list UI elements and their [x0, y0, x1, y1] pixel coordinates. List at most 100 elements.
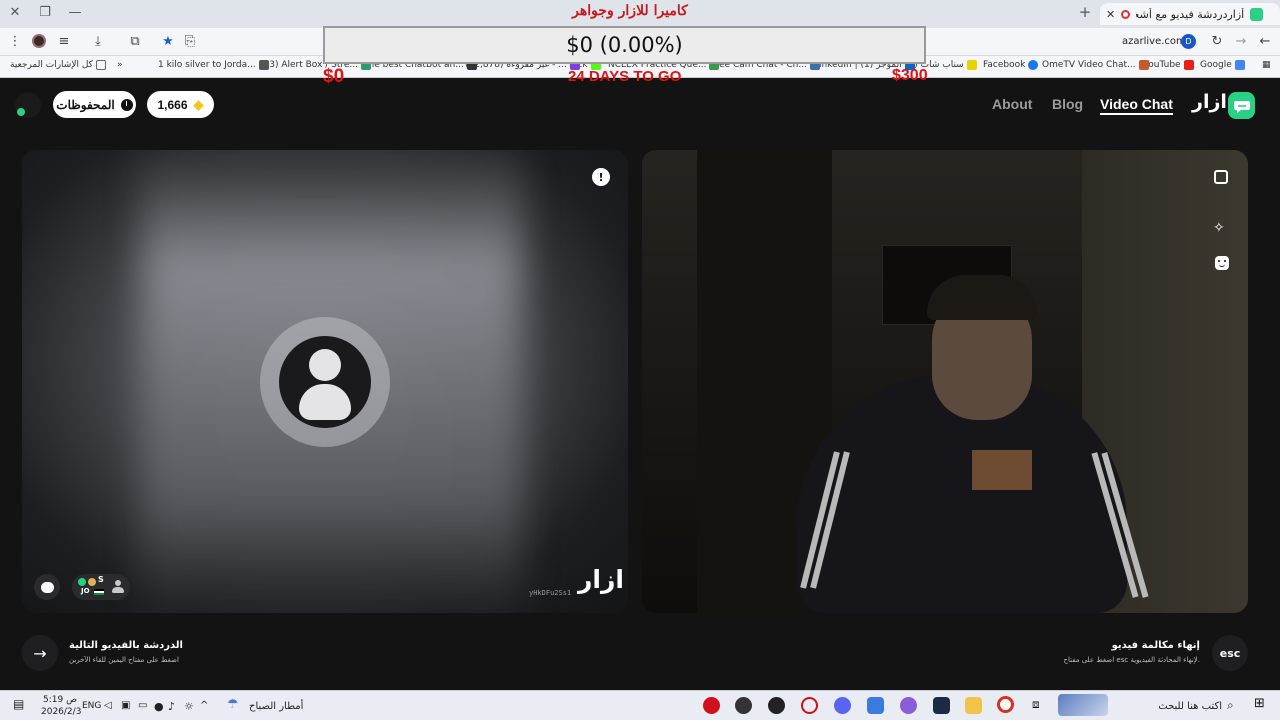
taskbar-search-icon[interactable]: ⌕: [1227, 698, 1234, 713]
restore-window-icon[interactable]: ❐: [36, 5, 54, 20]
steam-icon[interactable]: [933, 697, 950, 714]
user-avatar[interactable]: [15, 92, 41, 118]
youtube-icon: [1183, 60, 1194, 70]
overlay-right-amount: $300: [892, 67, 928, 84]
file-explorer-icon[interactable]: [965, 697, 982, 714]
menu-dots-icon[interactable]: ⋮: [6, 34, 24, 50]
clock-time[interactable]: 5:19 ص: [43, 695, 77, 705]
face-filter-icon[interactable]: [1215, 256, 1229, 270]
donation-progress-box: $0 (0.00%): [323, 26, 926, 64]
close-window-icon[interactable]: ✕: [6, 5, 24, 20]
clock-date[interactable]: 2026/2/3: [41, 707, 81, 717]
back-icon[interactable]: ←: [1256, 34, 1274, 50]
donation-amount: $0 (0.00%): [566, 33, 683, 57]
online-badge-icon: [17, 108, 25, 116]
magic-wand-icon[interactable]: ✧: [1213, 220, 1225, 236]
next-chat-title: الدردشة بالفيديو التالية: [69, 640, 183, 651]
network-icon[interactable]: ▣: [121, 700, 130, 711]
nav-video-chat[interactable]: Video Chat: [1100, 96, 1173, 115]
verified-badge-icon: [78, 578, 86, 586]
gems-count: 1,666: [157, 97, 188, 112]
address-bar-url[interactable]: azarlive.com: [1122, 36, 1186, 47]
clock-icon: [120, 98, 133, 111]
end-call-button[interactable]: esc: [1212, 635, 1248, 671]
site-settings-icon[interactable]: D: [1181, 34, 1196, 49]
person-icon: [112, 580, 124, 594]
collapse-icon[interactable]: [1214, 170, 1228, 184]
gems-button[interactable]: 1,666 ◆: [147, 91, 214, 118]
facebook-icon: [1028, 60, 1039, 70]
discord-icon[interactable]: [834, 697, 851, 714]
partner-avatar-ring: [260, 317, 390, 447]
webcam-app-icon[interactable]: [735, 697, 752, 714]
bookmarks-overflow-icon[interactable]: »: [117, 60, 123, 70]
partner-initial: S: [98, 575, 104, 584]
folder-icon: [95, 60, 106, 70]
nav-about[interactable]: About: [992, 96, 1032, 112]
recording-icon: [1121, 9, 1131, 19]
microphone-icon[interactable]: ●: [154, 700, 164, 713]
cast-icon[interactable]: ⎘: [181, 34, 199, 50]
forward-icon[interactable]: →: [1232, 34, 1250, 50]
opera-icon[interactable]: [801, 697, 818, 714]
brightness-icon[interactable]: ☼: [184, 700, 194, 713]
apps-grid-icon[interactable]: ▦: [1262, 60, 1271, 70]
profile-avatar-icon[interactable]: [30, 34, 48, 50]
report-shield-icon[interactable]: !: [592, 168, 610, 186]
bookmark-star-icon[interactable]: ★: [159, 34, 177, 50]
obs-icon[interactable]: [768, 697, 785, 714]
brand-name[interactable]: ازار: [1192, 91, 1227, 113]
tray-overflow-icon[interactable]: ^: [200, 700, 208, 711]
download-icon[interactable]: ⤓: [89, 34, 107, 50]
partner-info-chip[interactable]: S JO: [72, 574, 130, 600]
bookmark-silver[interactable]: 1 kilo silver to Jorda...: [158, 60, 269, 70]
next-chat-button[interactable]: →: [22, 635, 58, 671]
tab-close-icon[interactable]: ✕: [1106, 8, 1115, 21]
saved-button[interactable]: المحفوظات: [53, 91, 136, 118]
bookmark-facebook[interactable]: Facebook: [983, 60, 1039, 70]
bookmark-google[interactable]: Google: [1200, 60, 1245, 70]
speaker-icon[interactable]: ◁: [104, 700, 112, 711]
bookmark-youtube[interactable]: YouTube: [1144, 60, 1194, 70]
self-video-panel: ✧: [642, 150, 1248, 613]
default-avatar-icon: [279, 336, 371, 428]
all-bookmarks-folder[interactable]: كل الإشارات المرجعية: [10, 60, 106, 70]
reload-icon[interactable]: ↻: [1208, 34, 1226, 50]
emoji-badge-icon: [88, 578, 96, 586]
chat-bubble-icon[interactable]: [34, 574, 60, 600]
ometv-icon: [1138, 60, 1149, 70]
app-purple-icon[interactable]: [900, 697, 917, 714]
overlay-title: كاميرا للازار وجواهر: [572, 3, 688, 19]
azar-logo-icon[interactable]: [1228, 92, 1255, 119]
jordan-flag-icon: [94, 589, 104, 595]
esc-key-label: esc: [1219, 646, 1241, 660]
tab-title: أزاردردشة فيديو مع أشخاص: [1136, 7, 1245, 21]
end-call-title: إنهاء مكالمة فيديو: [1111, 640, 1200, 651]
language-indicator[interactable]: ENG: [82, 701, 101, 711]
volume-icon[interactable]: ♪: [168, 700, 175, 713]
start-windows-icon[interactable]: ⊞: [1254, 696, 1271, 713]
nav-blog[interactable]: Blog: [1052, 96, 1083, 112]
chrome-icon[interactable]: [997, 696, 1014, 713]
notifications-icon[interactable]: ▤: [13, 697, 30, 714]
reading-list-icon[interactable]: ≡: [55, 34, 73, 50]
store-icon[interactable]: [867, 697, 884, 714]
browser-tab[interactable]: ✕ أزاردردشة فيديو مع أشخاص: [1100, 3, 1280, 25]
saved-label: المحفوظات: [56, 97, 115, 112]
weather-icon[interactable]: ☂: [227, 697, 244, 714]
display-icon[interactable]: ▭: [138, 700, 147, 711]
partner-video-panel: ! yHkDFu2Ss1 ازار S JO: [22, 150, 628, 613]
new-tab-icon[interactable]: +: [1076, 3, 1094, 21]
search-highlight-image: [1058, 694, 1108, 716]
overlay-countdown: 24 DAYS TO GO: [568, 68, 682, 85]
app-red-icon[interactable]: [703, 697, 720, 714]
azar-page: ازار Video Chat Blog About المحفوظات 1,6…: [0, 78, 1280, 690]
taskbar-search-input[interactable]: اكتب هنا للبحث: [1130, 701, 1222, 712]
bookmark-ometv[interactable]: OmeTV Video Chat...: [1042, 60, 1149, 70]
task-view-icon[interactable]: ⧈: [1032, 697, 1049, 714]
minimize-window-icon[interactable]: —: [66, 5, 84, 20]
end-call-hint: اضغط على مفتاح esc لإنهاء المحادثة الفيد…: [1063, 656, 1200, 664]
next-chat-hint: اضغط على مفتاح اليمين للقاء الآخرين: [69, 656, 179, 664]
weather-text[interactable]: أمطار الصباح: [249, 701, 303, 712]
extensions-icon[interactable]: ⧉: [126, 34, 144, 50]
